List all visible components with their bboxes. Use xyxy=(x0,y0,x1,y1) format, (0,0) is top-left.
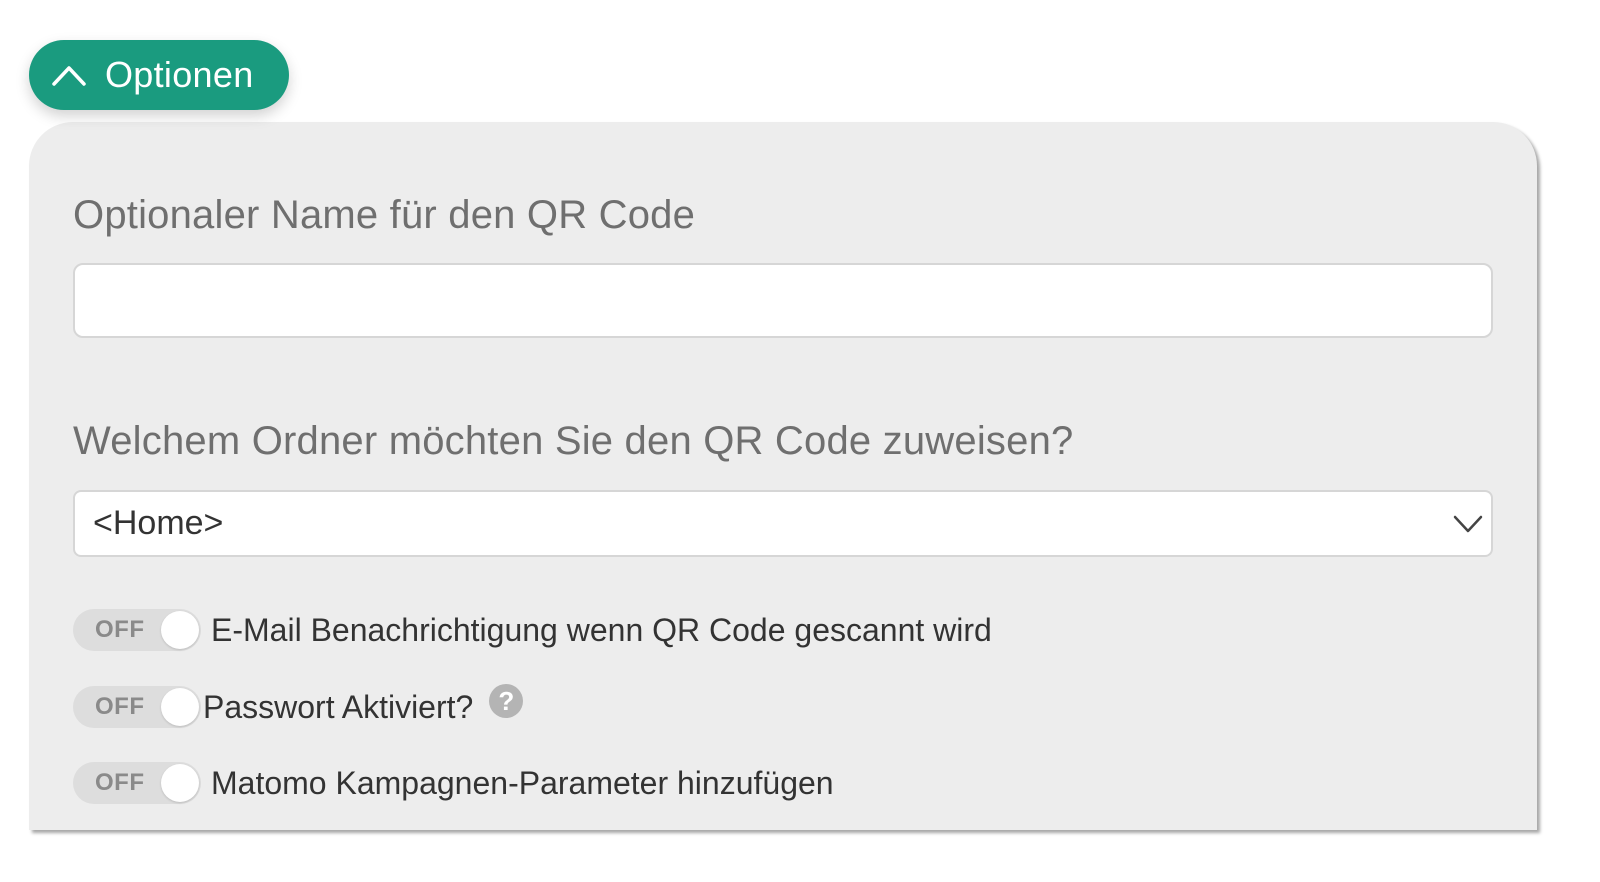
switch-knob xyxy=(161,611,199,649)
qr-name-label: Optionaler Name für den QR Code xyxy=(73,193,696,237)
toggle-row-email-notification: OFF E-Mail Benachrichtigung wenn QR Code… xyxy=(73,609,992,651)
switch-knob xyxy=(161,764,199,802)
folder-select[interactable]: <Home> xyxy=(73,490,1493,557)
options-page: Optionen Optionaler Name für den QR Code… xyxy=(0,0,1600,882)
switch-state: OFF xyxy=(95,693,145,720)
options-toggle-label: Optionen xyxy=(105,54,254,95)
switch-state: OFF xyxy=(95,616,145,643)
options-toggle-button[interactable]: Optionen xyxy=(29,40,289,110)
chevron-up-icon xyxy=(52,66,86,86)
switch-knob xyxy=(161,688,199,726)
password-label: Passwort Aktiviert? xyxy=(203,688,474,725)
qr-name-input[interactable] xyxy=(73,263,1493,338)
email-notification-label: E-Mail Benachrichtigung wenn QR Code ges… xyxy=(211,611,992,648)
password-switch[interactable]: OFF xyxy=(73,686,201,728)
email-notification-switch[interactable]: OFF xyxy=(73,609,201,651)
toggle-row-password: OFF Passwort Aktiviert? ? xyxy=(73,684,524,728)
switch-state: OFF xyxy=(95,769,145,796)
folder-label: Welchem Ordner möchten Sie den QR Code z… xyxy=(73,419,1074,463)
matomo-switch[interactable]: OFF xyxy=(73,762,201,804)
matomo-label: Matomo Kampagnen-Parameter hinzufügen xyxy=(211,764,834,801)
folder-select-value: <Home> xyxy=(93,504,224,542)
question-circle-icon[interactable]: ? xyxy=(489,684,524,718)
toggle-row-matomo: OFF Matomo Kampagnen-Parameter hinzufüge… xyxy=(73,762,834,804)
chevron-down-icon xyxy=(1453,515,1483,533)
